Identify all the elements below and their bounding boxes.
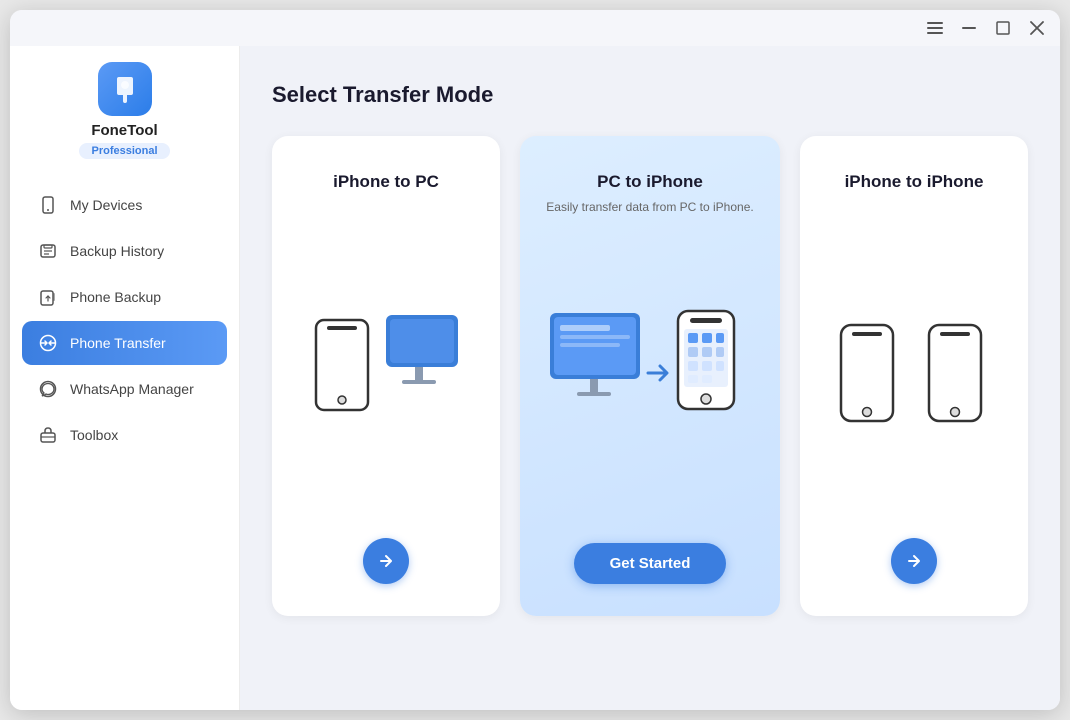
- content-area: Select Transfer Mode iPhone to PC: [240, 46, 1060, 710]
- maximize-button[interactable]: [992, 17, 1014, 39]
- app-window: FoneTool Professional My Devices: [10, 10, 1060, 710]
- card-subtitle: Easily transfer data from PC to iPhone.: [546, 200, 753, 218]
- page-title: Select Transfer Mode: [272, 82, 1028, 108]
- sidebar-item-label: Toolbox: [70, 427, 118, 443]
- sidebar-item-label: Backup History: [70, 243, 164, 259]
- get-started-button[interactable]: Get Started: [574, 543, 727, 584]
- iphone-to-iphone-action: [891, 538, 937, 584]
- nav-list: My Devices Backup History: [10, 183, 239, 457]
- sidebar-item-devices[interactable]: My Devices: [22, 183, 227, 227]
- iphone-to-iphone-illustration: [820, 242, 1008, 518]
- card-title: iPhone to iPhone: [845, 172, 984, 192]
- app-name: FoneTool: [91, 122, 157, 139]
- iphone-to-pc-action: [363, 538, 409, 584]
- main-area: FoneTool Professional My Devices: [10, 46, 1060, 710]
- iphone-to-pc-card[interactable]: iPhone to PC: [272, 136, 500, 616]
- card-title: iPhone to PC: [333, 172, 439, 192]
- iphone-to-iphone-card[interactable]: iPhone to iPhone: [800, 136, 1028, 616]
- sidebar: FoneTool Professional My Devices: [10, 46, 240, 710]
- minimize-button[interactable]: [958, 17, 980, 39]
- sidebar-item-label: My Devices: [70, 197, 142, 213]
- toolbox-icon: [38, 425, 58, 445]
- close-button[interactable]: [1026, 17, 1048, 39]
- sidebar-item-phone-transfer[interactable]: Phone Transfer: [22, 321, 227, 365]
- whatsapp-icon: [38, 379, 58, 399]
- sidebar-item-label: WhatsApp Manager: [70, 381, 194, 397]
- iphone-to-pc-arrow-button[interactable]: [363, 538, 409, 584]
- sidebar-item-phone-backup[interactable]: Phone Backup: [22, 275, 227, 319]
- iphone-to-iphone-arrow-button[interactable]: [891, 538, 937, 584]
- history-icon: [38, 241, 58, 261]
- sidebar-item-backup-history[interactable]: Backup History: [22, 229, 227, 273]
- app-logo: [98, 62, 152, 116]
- pro-badge: Professional: [79, 143, 169, 159]
- card-title: PC to iPhone: [597, 172, 703, 192]
- sidebar-item-label: Phone Backup: [70, 289, 161, 305]
- phone-icon: [38, 195, 58, 215]
- transfer-icon: [38, 333, 58, 353]
- pc-to-iphone-action: Get Started: [574, 543, 727, 584]
- sidebar-item-whatsapp[interactable]: WhatsApp Manager: [22, 367, 227, 411]
- pc-to-iphone-card[interactable]: PC to iPhone Easily transfer data from P…: [520, 136, 780, 616]
- transfer-mode-cards: iPhone to PC: [272, 136, 1028, 616]
- menu-button[interactable]: [924, 17, 946, 39]
- iphone-to-pc-illustration: [292, 242, 480, 518]
- sidebar-item-toolbox[interactable]: Toolbox: [22, 413, 227, 457]
- backup-icon: [38, 287, 58, 307]
- logo-area: FoneTool Professional: [79, 62, 169, 159]
- sidebar-item-label: Phone Transfer: [70, 335, 166, 351]
- titlebar: [10, 10, 1060, 46]
- pc-to-iphone-illustration: [540, 242, 760, 523]
